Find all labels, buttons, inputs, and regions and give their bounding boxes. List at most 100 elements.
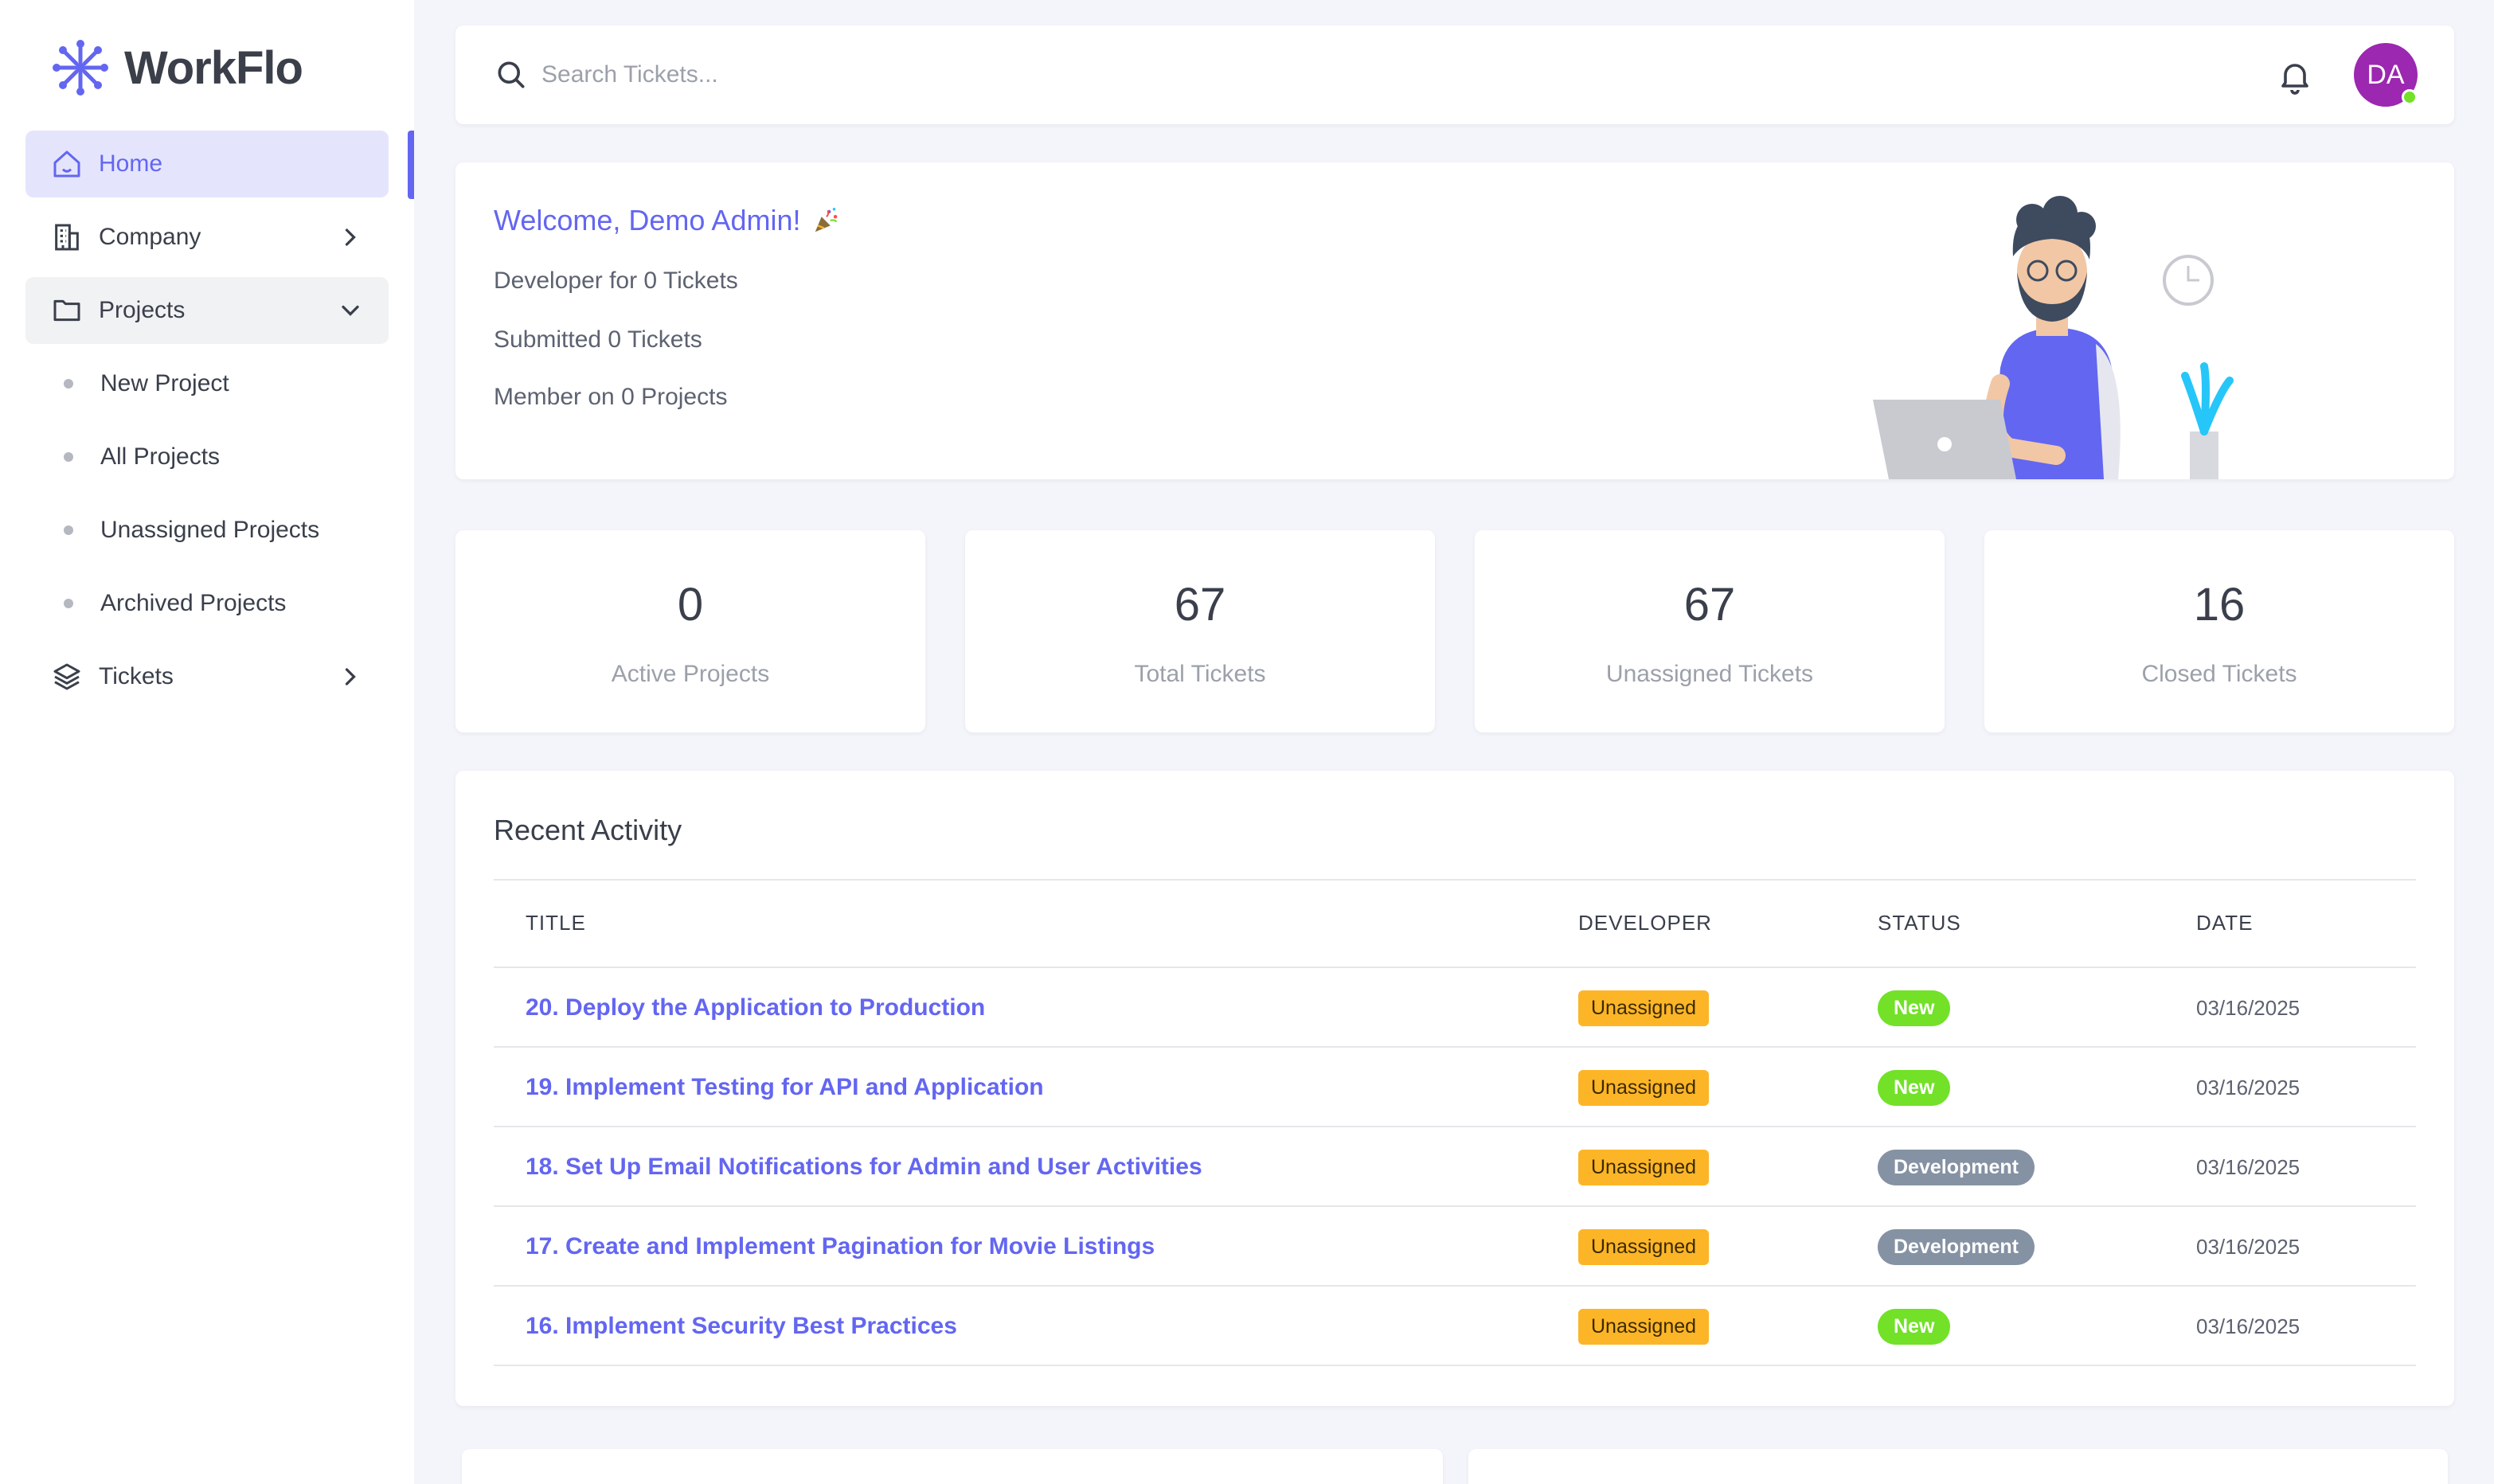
welcome-member-count: Member on 0 Projects <box>494 384 728 410</box>
status-cell: New <box>1878 1287 1951 1366</box>
ticket-title-link[interactable]: 20. Deploy the Application to Production <box>526 968 985 1048</box>
bullet-dot <box>64 379 73 389</box>
brand-logo[interactable]: WorkFlo <box>51 38 303 97</box>
brand-name: WorkFlo <box>124 41 303 94</box>
status-cell: Development <box>1878 1127 2035 1207</box>
sidebar-subitem-new-project[interactable]: New Project <box>64 360 229 408</box>
stat-card-unassigned-tickets: 67 Unassigned Tickets <box>1475 530 1945 732</box>
status-badge: New <box>1878 1308 1951 1345</box>
ticket-title-link[interactable]: 16. Implement Security Best Practices <box>526 1287 957 1366</box>
bullet-dot <box>64 525 73 535</box>
table-header: TITLE DEVELOPER STATUS DATE <box>494 879 2416 968</box>
folder-icon <box>49 293 84 328</box>
workflo-logo-icon <box>53 40 108 96</box>
date-cell: 03/16/2025 <box>2196 1075 2300 1099</box>
sidebar-item-label: Projects <box>99 297 186 323</box>
stat-value: 67 <box>1683 579 1736 631</box>
stat-label: Unassigned Tickets <box>1605 661 1814 687</box>
date-cell: 03/16/2025 <box>2196 1154 2300 1179</box>
sidebar-item-label: Tickets <box>99 663 174 689</box>
sidebar-item-projects[interactable]: Projects <box>25 277 389 344</box>
column-header-title: TITLE <box>526 911 586 935</box>
stat-card-active-projects: 0 Active Projects <box>455 530 925 732</box>
table-row: 18. Set Up Email Notifications for Admin… <box>494 1127 2416 1207</box>
active-indicator <box>408 131 414 199</box>
table-row: 19. Implement Testing for API and Applic… <box>494 1048 2416 1127</box>
sidebar-item-tickets[interactable]: Tickets <box>25 643 389 710</box>
developer-badge: Unassigned <box>1578 1308 1710 1345</box>
chevron-right-icon <box>345 668 356 685</box>
developer-badge: Unassigned <box>1578 1149 1710 1185</box>
recent-activity-card: Recent Activity TITLE DEVELOPER STATUS D… <box>455 771 2454 1406</box>
sidebar-subitem-archived-projects[interactable]: Archived Projects <box>64 580 286 627</box>
sidebar-subitem-label: Archived Projects <box>100 590 287 616</box>
chevron-right-icon <box>345 228 356 246</box>
date-cell: 03/16/2025 <box>2196 1234 2300 1259</box>
sidebar-subitem-label: Unassigned Projects <box>100 517 320 543</box>
status-cell: New <box>1878 1048 1951 1127</box>
bottom-card-right <box>1468 1449 2448 1484</box>
online-status-dot <box>2402 89 2418 105</box>
activity-table: TITLE DEVELOPER STATUS DATE 20. Deploy t… <box>494 879 2416 1366</box>
home-icon <box>49 146 84 182</box>
recent-activity-title: Recent Activity <box>494 814 682 846</box>
developer-badge: Unassigned <box>1578 990 1710 1026</box>
column-header-developer: DEVELOPER <box>1578 911 1712 935</box>
sidebar-item-label: Home <box>99 150 163 177</box>
ticket-title-link[interactable]: 18. Set Up Email Notifications for Admin… <box>526 1127 1202 1207</box>
column-header-date: DATE <box>2196 911 2254 935</box>
sidebar-subitem-all-projects[interactable]: All Projects <box>64 433 220 481</box>
welcome-card: Welcome, Demo Admin! Developer for 0 Tic… <box>455 162 2454 479</box>
search-input[interactable] <box>541 53 1816 97</box>
status-cell: New <box>1878 968 1951 1048</box>
developer-cell: Unassigned <box>1578 968 1710 1048</box>
developer-cell: Unassigned <box>1578 1207 1710 1287</box>
welcome-title-text: Welcome, Demo Admin! <box>494 204 801 236</box>
stat-label: Closed Tickets <box>2141 661 2297 687</box>
ticket-title-link[interactable]: 19. Implement Testing for API and Applic… <box>526 1048 1044 1127</box>
sidebar-item-home[interactable]: Home <box>25 131 389 197</box>
date-cell: 03/16/2025 <box>2196 1314 2300 1338</box>
sidebar-subitem-unassigned-projects[interactable]: Unassigned Projects <box>64 506 319 554</box>
developer-badge: Unassigned <box>1578 1228 1710 1265</box>
bell-icon[interactable] <box>2276 57 2314 96</box>
stat-label: Active Projects <box>611 661 770 687</box>
status-badge: Development <box>1878 1149 2035 1185</box>
top-bar: DA <box>455 25 2454 124</box>
table-row: 16. Implement Security Best Practices Un… <box>494 1287 2416 1366</box>
sidebar-item-company[interactable]: Company <box>25 204 389 271</box>
sidebar-item-label: Company <box>99 224 201 250</box>
developer-cell: Unassigned <box>1578 1127 1710 1207</box>
bottom-card-left <box>462 1449 1443 1484</box>
date-cell: 03/16/2025 <box>2196 995 2300 1020</box>
building-icon <box>49 220 84 255</box>
developer-badge: Unassigned <box>1578 1069 1710 1106</box>
sidebar-subitem-label: All Projects <box>100 443 221 470</box>
search-icon <box>498 61 525 88</box>
stat-value: 67 <box>1174 579 1226 631</box>
stat-label: Total Tickets <box>1134 661 1266 687</box>
developer-cell: Unassigned <box>1578 1048 1710 1127</box>
avatar-initials: DA <box>2367 59 2405 90</box>
table-row: 20. Deploy the Application to Production… <box>494 968 2416 1048</box>
stat-card-closed-tickets: 16 Closed Tickets <box>1984 530 2454 732</box>
stat-value: 16 <box>2193 579 2246 631</box>
bullet-dot <box>64 452 73 462</box>
party-popper-icon <box>815 208 838 232</box>
status-cell: Development <box>1878 1207 2035 1287</box>
developer-illustration <box>1873 196 2234 479</box>
ticket-title-link[interactable]: 17. Create and Implement Pagination for … <box>526 1207 1155 1287</box>
sidebar: WorkFlo Home Company Projects New Projec… <box>0 0 414 1484</box>
table-row: 17. Create and Implement Pagination for … <box>494 1207 2416 1287</box>
status-badge: New <box>1878 990 1951 1026</box>
column-header-status: STATUS <box>1878 911 1961 935</box>
chevron-down-icon <box>342 305 359 316</box>
sidebar-subitem-label: New Project <box>100 370 229 396</box>
developer-cell: Unassigned <box>1578 1287 1710 1366</box>
bullet-dot <box>64 599 73 608</box>
welcome-developer-count: Developer for 0 Tickets <box>494 268 738 294</box>
welcome-submitted-count: Submitted 0 Tickets <box>494 326 702 353</box>
status-badge: New <box>1878 1069 1951 1106</box>
avatar[interactable]: DA <box>2354 43 2418 107</box>
stat-value: 0 <box>677 579 704 631</box>
